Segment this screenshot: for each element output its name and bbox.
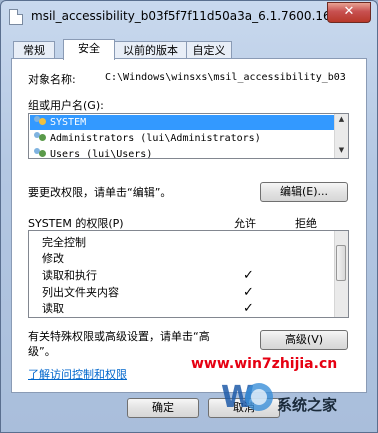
allow-check-icon: ✓ [243, 268, 254, 283]
permission-row: 修改 [42, 252, 64, 265]
permissions-list: 完全控制 修改 读取和执行 ✓ 列出文件夹内容 ✓ 读取 ✓ [28, 230, 349, 318]
list-item-label: Administrators (lui\Administrators) [50, 133, 261, 144]
deny-column-header: 拒绝 [295, 217, 317, 230]
list-item-system[interactable]: SYSTEM [30, 115, 336, 130]
advanced-hint-line2: 级”。 [28, 345, 56, 358]
users-icon [34, 132, 47, 144]
allow-check-icon: ✓ [243, 301, 254, 316]
close-button[interactable]: ✕ [327, 2, 371, 23]
tab-customize[interactable]: 自定义 [186, 41, 232, 59]
list-item-label: SYSTEM [50, 117, 87, 128]
advanced-button[interactable]: 高级(V) [260, 330, 348, 350]
properties-dialog: msil_accessibility_b03f5f7f11d50a3a_6.1.… [0, 0, 378, 433]
permission-row: 完全控制 [42, 236, 86, 249]
list-item-label: Users (lui\Users) [50, 149, 153, 159]
permissions-label: SYSTEM 的权限(P) [28, 217, 124, 230]
permission-row: 列出文件夹内容 [42, 286, 119, 299]
tab-previous-versions[interactable]: 以前的版本 [114, 41, 187, 59]
advanced-hint-line1: 有关特殊权限或高级设置，请单击“高 [28, 330, 210, 343]
window-title: msil_accessibility_b03f5f7f11d50a3a_6.1.… [31, 9, 358, 23]
groups-label: 组或用户名(G): [28, 99, 104, 112]
group-user-list[interactable]: SYSTEM Administrators (lui\Administrator… [28, 113, 349, 159]
object-name-label: 对象名称: [28, 73, 76, 86]
scroll-up-icon[interactable]: ▲ [335, 114, 348, 125]
allow-column-header: 允许 [234, 217, 256, 230]
object-name-value: C:\Windows\winsxs\msil_accessibility_b03 [105, 72, 346, 83]
title-bar[interactable]: msil_accessibility_b03f5f7f11d50a3a_6.1.… [1, 1, 377, 33]
users-icon [34, 116, 47, 128]
tab-general[interactable]: 常规 [13, 41, 55, 59]
list-item-users[interactable]: Users (lui\Users) [30, 147, 336, 159]
permissions-scrollbar[interactable] [334, 231, 348, 317]
edit-hint: 要更改权限，请单击“编辑”。 [28, 186, 172, 199]
group-list-scrollbar[interactable]: ▲ ▼ [334, 114, 348, 158]
list-item-administrators[interactable]: Administrators (lui\Administrators) [30, 131, 336, 146]
ok-button[interactable]: 确定 [127, 398, 199, 418]
scroll-thumb[interactable] [336, 245, 346, 281]
watermark-brand: 系统之家 [277, 396, 338, 414]
learn-access-control-link[interactable]: 了解访问控制和权限 [28, 366, 127, 382]
permission-row: 读取和执行 [42, 269, 97, 282]
file-icon [9, 9, 23, 25]
allow-check-icon: ✓ [243, 285, 254, 300]
edit-button[interactable]: 编辑(E)... [260, 182, 348, 202]
users-icon [34, 148, 47, 158]
scroll-down-icon[interactable]: ▼ [335, 145, 348, 156]
tab-security[interactable]: 安全 [63, 39, 115, 60]
permission-row: 读取 [42, 302, 64, 315]
